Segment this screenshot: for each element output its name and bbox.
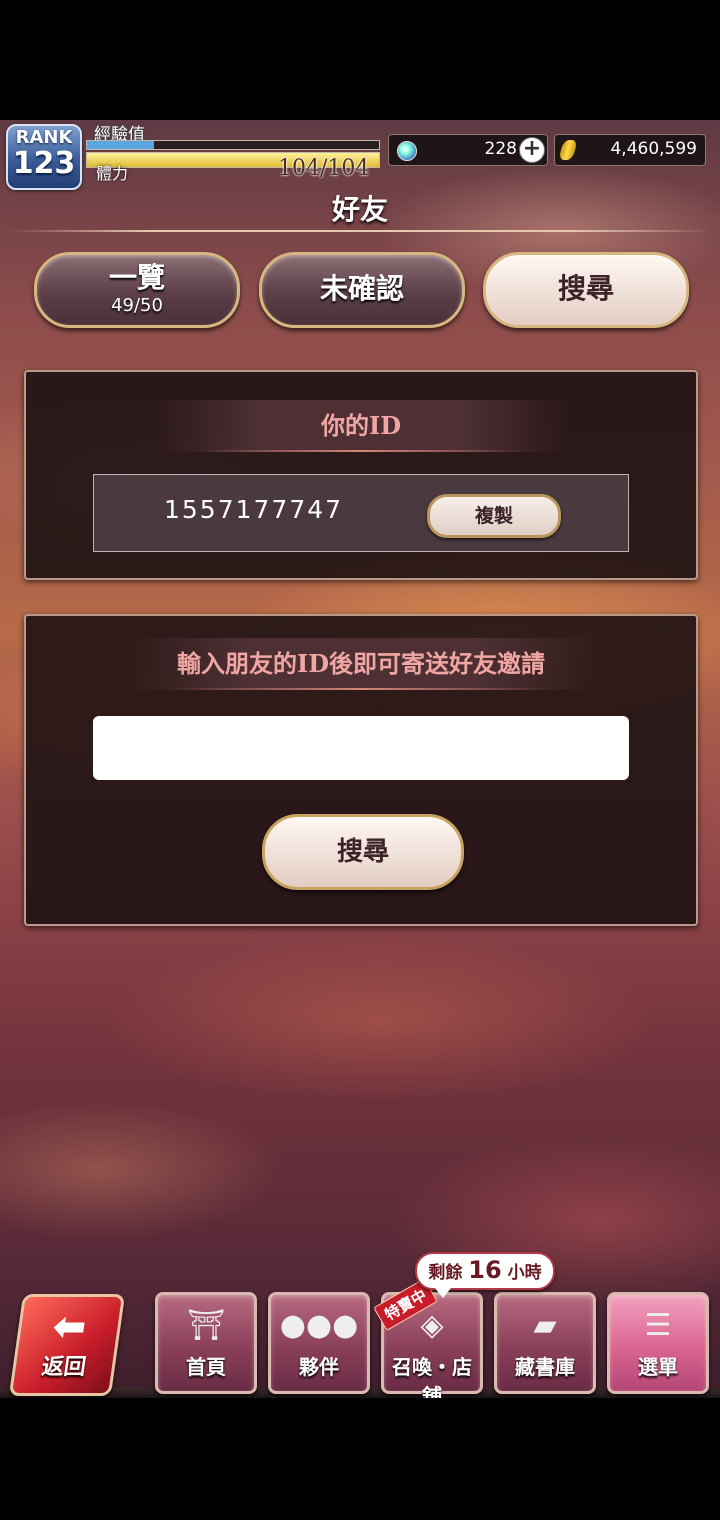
nav-summon-label: 召喚・店舖 (392, 1355, 472, 1398)
hamburger-menu-icon: ☰ (644, 1308, 672, 1343)
gold-value: 4,460,599 (610, 139, 697, 159)
nav-home[interactable]: ⛩ 首頁 (155, 1292, 257, 1394)
page-title: 好友 (331, 193, 388, 226)
title-divider (10, 230, 710, 232)
book-icon: ▰ (533, 1308, 557, 1343)
copy-button[interactable]: 複製 (427, 494, 561, 538)
nav-menu[interactable]: ☰ 選單 (607, 1292, 709, 1394)
tab-pending-label: 未確認 (319, 272, 404, 305)
my-id-panel: 你的ID 1557177747 複製 (24, 370, 698, 580)
invite-header: 輸入朋友的ID後即可寄送好友邀請 (126, 638, 596, 690)
search-button[interactable]: 搜尋 (262, 814, 464, 890)
rank-value: 123 (12, 146, 76, 181)
tab-list[interactable]: 一覽 49/50 (34, 252, 240, 328)
back-button[interactable]: ⬅ 返回 (8, 1294, 126, 1396)
rank-label: RANK (15, 127, 73, 148)
timer-prefix: 剩餘 (428, 1263, 463, 1283)
invite-panel: 輸入朋友的ID後即可寄送好友邀請 搜尋 (24, 614, 698, 926)
exp-bar (86, 140, 380, 150)
tab-list-label: 一覽 (108, 261, 165, 294)
tab-search-label: 搜尋 (557, 272, 614, 305)
tab-pending[interactable]: 未確認 (259, 252, 465, 328)
nav-library[interactable]: ▰ 藏書庫 (494, 1292, 596, 1394)
rank-badge[interactable]: RANK 123 (6, 124, 82, 190)
id-box: 1557177747 複製 (93, 474, 629, 552)
timer-suffix: 小時 (507, 1263, 542, 1283)
sale-timer-bubble: 剩餘 16 小時 (415, 1252, 555, 1298)
my-id-header: 你的ID (156, 400, 566, 452)
nav-library-label: 藏書庫 (515, 1355, 575, 1379)
gem-counter: 228 + (388, 134, 548, 166)
companions-icon: ●●● (279, 1308, 359, 1343)
nav-menu-label: 選單 (638, 1355, 678, 1379)
back-arrow-icon: ⬅ (49, 1304, 90, 1350)
nav-home-label: 首頁 (186, 1355, 226, 1379)
stamina-label: 體力 (96, 164, 129, 183)
nav-companions[interactable]: ●●● 夥伴 (268, 1292, 370, 1394)
torii-gate-icon: ⛩ (186, 1308, 226, 1343)
gold-coin-icon (558, 140, 578, 160)
stamina-value: 104/104 (278, 156, 370, 181)
nav-summon-shop[interactable]: 特賣中 ◈ 召喚・店舖 (373, 1278, 483, 1398)
exp-bar-fill (87, 141, 155, 149)
gem-value: 228 (484, 139, 517, 159)
gold-counter: 4,460,599 (554, 134, 706, 166)
nav-companions-label: 夥伴 (299, 1355, 339, 1379)
friend-count: 49/50 (111, 295, 163, 316)
back-label: 返回 (40, 1354, 88, 1380)
tab-search[interactable]: 搜尋 (483, 252, 689, 328)
game-screen: RANK 123 經驗值 體力 104/104 228 + 4,460,599 … (0, 120, 720, 1398)
friend-id-input[interactable] (93, 716, 629, 780)
id-value: 1557177747 (164, 495, 344, 524)
timer-value: 16 (468, 1256, 502, 1284)
gem-icon (397, 141, 417, 161)
plus-icon[interactable]: + (519, 137, 545, 163)
